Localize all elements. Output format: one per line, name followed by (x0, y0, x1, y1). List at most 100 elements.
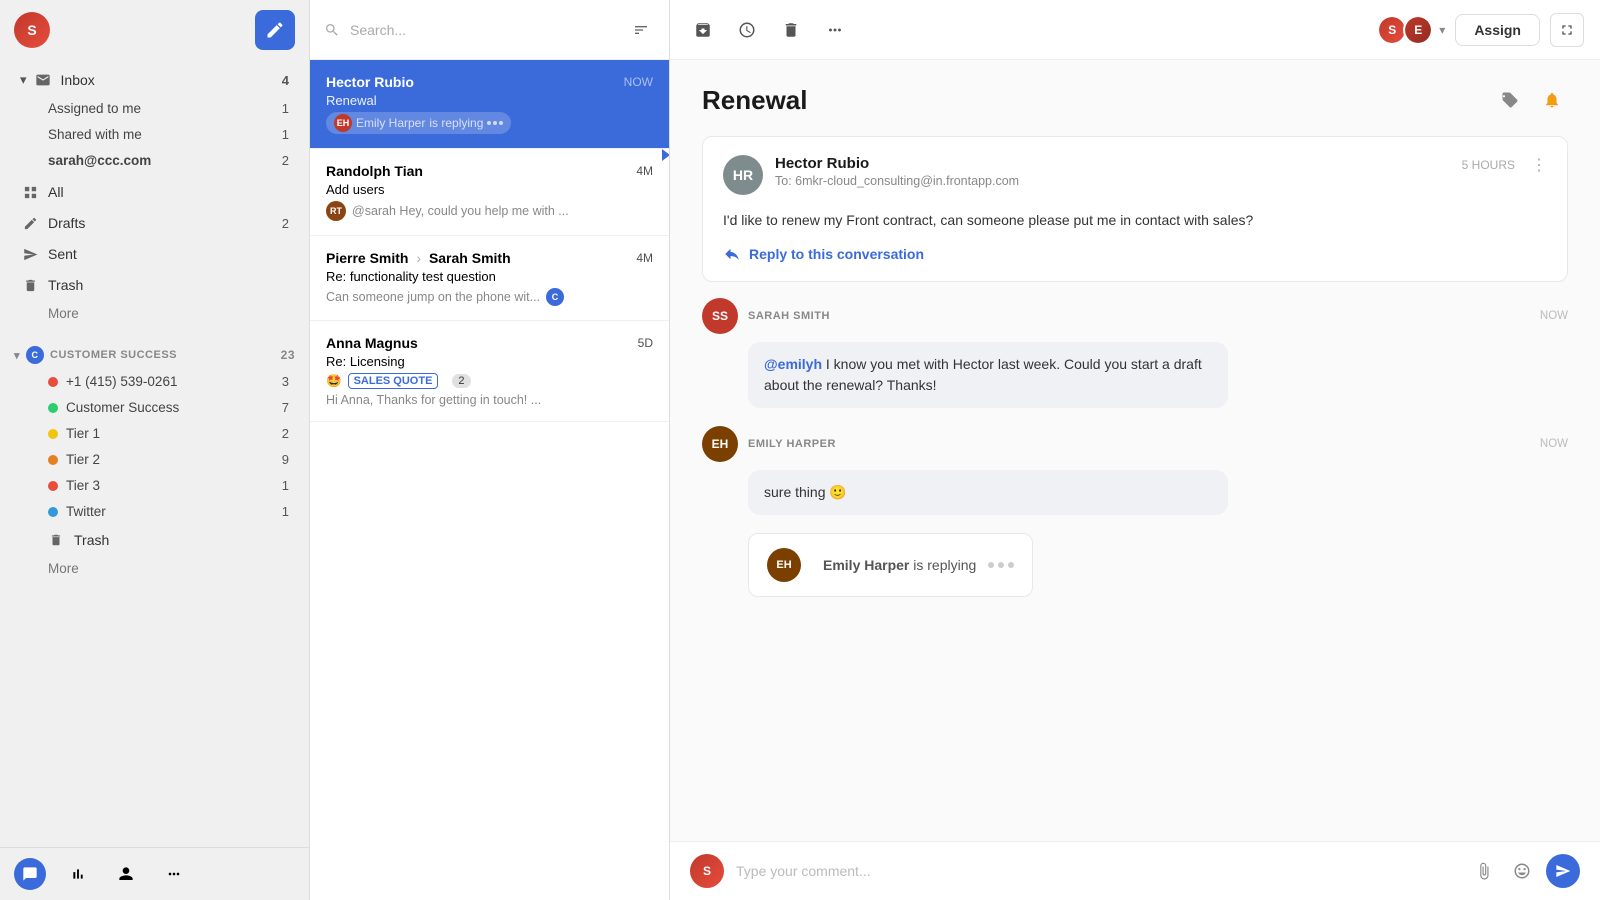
sent-nav-item[interactable]: Sent (6, 239, 303, 269)
notify-button[interactable] (1536, 84, 1568, 116)
comment-sarah-avatar: SS (702, 298, 738, 334)
trash-button[interactable] (774, 13, 808, 47)
sidebar-footer (0, 847, 309, 900)
cs-phone-count: 3 (282, 374, 289, 389)
comment-sarah-bubble: @emilyh I know you met with Hector last … (748, 342, 1228, 408)
search-input[interactable] (350, 22, 617, 38)
cs-tier1-dot (48, 429, 58, 439)
sarah-email-item[interactable]: sarah@ccc.com 2 (6, 148, 303, 173)
cs-success-label: Customer Success (66, 400, 282, 415)
typing-name: Emily Harper is replying (823, 557, 976, 573)
sort-icon (633, 22, 649, 38)
cs-phone-item[interactable]: +1 (415) 539-0261 3 (6, 369, 303, 394)
cs-tier1-item[interactable]: Tier 1 2 (6, 421, 303, 446)
more-footer-button[interactable] (158, 858, 190, 890)
sidebar: S Inbox 4 Assigned to me 1 Shared with m… (0, 0, 310, 900)
sort-button[interactable] (627, 16, 655, 44)
archive-icon (694, 21, 712, 39)
reply-label: Reply to this conversation (749, 246, 924, 262)
conv-4-tag: SALES QUOTE (348, 373, 439, 389)
drafts-icon (20, 216, 40, 231)
sidebar-navigation: Inbox 4 Assigned to me 1 Shared with me … (0, 60, 309, 847)
cs-more-item[interactable]: More (6, 556, 303, 581)
comment-emily-username: EMILY HARPER (748, 438, 1540, 450)
cs-twitter-item[interactable]: Twitter 1 (6, 499, 303, 524)
conversation-item-3[interactable]: Pierre Smith › Sarah Smith 4M Re: functi… (310, 236, 669, 321)
cs-tier2-dot (48, 455, 58, 465)
cs-success-count: 7 (282, 400, 289, 415)
comment-emily: EH EMILY HARPER NOW sure thing 🙂 (702, 426, 1568, 515)
conversation-item-1[interactable]: Hector Rubio NOW Renewal EH Emily Harper… (310, 60, 669, 149)
compose-footer-button[interactable] (14, 858, 46, 890)
attach-button[interactable] (1470, 857, 1498, 885)
conv-2-sender: Randolph Tian (326, 163, 636, 179)
sarah-email-label: sarah@ccc.com (48, 153, 282, 168)
assignee-dropdown[interactable]: ▾ (1439, 23, 1445, 37)
comment-emily-time: NOW (1540, 438, 1568, 450)
conversation-item-4[interactable]: Anna Magnus 5D Re: Licensing 🤩 SALES QUO… (310, 321, 669, 422)
cs-trash-item[interactable]: Trash (6, 525, 303, 555)
cs-trash-label: Trash (74, 532, 289, 548)
assigned-to-me-item[interactable]: Assigned to me 1 (6, 96, 303, 121)
cs-twitter-count: 1 (282, 504, 289, 519)
more-actions-button[interactable] (818, 13, 852, 47)
cs-success-item[interactable]: Customer Success 7 (6, 395, 303, 420)
more-nav-item[interactable]: More (6, 301, 303, 326)
shared-with-me-item[interactable]: Shared with me 1 (6, 122, 303, 147)
compose-button[interactable] (255, 10, 295, 50)
send-button[interactable] (1546, 854, 1580, 888)
snooze-button[interactable] (730, 13, 764, 47)
cs-tier2-item[interactable]: Tier 2 9 (6, 447, 303, 472)
drafts-nav-item[interactable]: Drafts 2 (6, 208, 303, 238)
assignee-avatars[interactable]: S E ▾ (1377, 15, 1445, 45)
cs-phone-dot (48, 377, 58, 387)
conv-4-preview: 🤩 SALES QUOTE 2 (326, 373, 653, 389)
inbox-count: 4 (269, 73, 289, 88)
typing-dots (988, 562, 1014, 568)
trash-nav-item[interactable]: Trash (6, 270, 303, 300)
cs-success-dot (48, 403, 58, 413)
middle-panel: Hector Rubio NOW Renewal EH Emily Harper… (310, 0, 670, 900)
replying-name: Emily Harper (356, 116, 425, 130)
reply-link[interactable]: Reply to this conversation (723, 245, 1547, 263)
conv-1-sender: Hector Rubio (326, 74, 624, 90)
conv-2-preview: RT @sarah Hey, could you help me with ..… (326, 201, 653, 221)
archive-button[interactable] (686, 13, 720, 47)
cs-chevron[interactable] (14, 349, 20, 362)
email-to: To: 6mkr-cloud_consulting@in.frontapp.co… (775, 174, 1462, 188)
cs-tier3-label: Tier 3 (66, 478, 282, 493)
cs-tier2-label: Tier 2 (66, 452, 282, 467)
assigned-to-me-count: 1 (282, 101, 289, 116)
conversation-title: Renewal (702, 85, 1494, 116)
comment-input[interactable] (736, 863, 1458, 879)
tag-button[interactable] (1494, 84, 1526, 116)
commenter-avatar: S (690, 854, 724, 888)
trash-icon (20, 278, 40, 293)
cs-phone-label: +1 (415) 539-0261 (66, 374, 282, 389)
conv-2-time: 4M (636, 164, 653, 178)
delete-icon (782, 21, 800, 39)
assign-button[interactable]: Assign (1455, 14, 1540, 46)
typing-label: is replying (913, 557, 976, 573)
comment-sarah-text: I know you met with Hector last week. Co… (764, 356, 1202, 393)
analytics-footer-button[interactable] (62, 858, 94, 890)
conv-4-tag-count: 2 (452, 374, 470, 388)
contacts-footer-button[interactable] (110, 858, 142, 890)
user-avatar[interactable]: S (14, 12, 50, 48)
inbox-nav-item[interactable]: Inbox 4 (6, 65, 303, 95)
conv-2-header: Randolph Tian 4M (326, 163, 653, 179)
all-nav-item[interactable]: All (6, 177, 303, 207)
conv-1-preview: EH Emily Harper is replying (326, 112, 653, 134)
emoji-button[interactable] (1508, 857, 1536, 885)
email-more-button[interactable]: ⋮ (1531, 155, 1547, 175)
cs-section-label: CUSTOMER SUCCESS (50, 349, 281, 361)
conversation-item-2[interactable]: Randolph Tian 4M Add users RT @sarah Hey… (310, 149, 669, 236)
cs-tier3-item[interactable]: Tier 3 1 (6, 473, 303, 498)
assignee-avatar-2: E (1403, 15, 1433, 45)
expand-button[interactable] (1550, 13, 1584, 47)
conversation-title-row: Renewal (702, 84, 1568, 116)
conv-2-subject: Add users (326, 182, 653, 197)
conv-4-header: Anna Magnus 5D (326, 335, 653, 351)
email-body: I'd like to renew my Front contract, can… (723, 209, 1547, 231)
inbox-icon (33, 72, 53, 88)
